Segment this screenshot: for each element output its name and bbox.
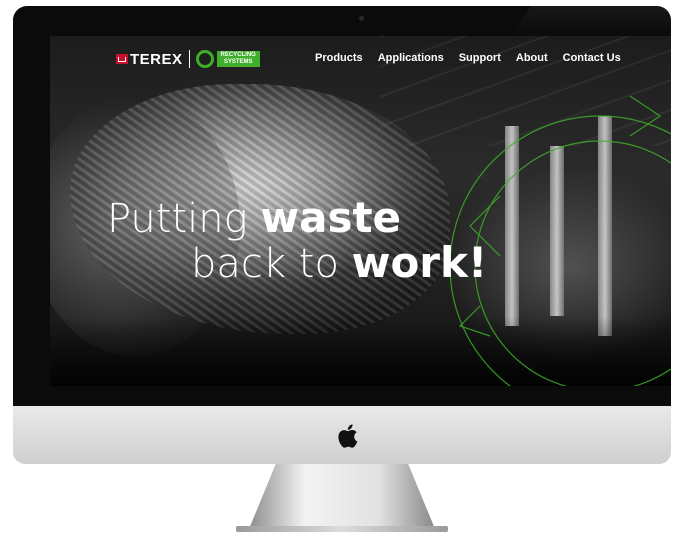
hero-headline: Putting waste back to work!: [107, 193, 527, 287]
badge-line-2: SYSTEMS: [223, 59, 253, 65]
monitor-stand-foot: [236, 526, 448, 532]
apple-icon: [338, 424, 358, 448]
recycling-systems-badge: RECYCLING SYSTEMS: [216, 51, 260, 67]
bezel-glare: [509, 6, 671, 36]
nav-about[interactable]: About: [516, 52, 548, 64]
hero-line-1-bold: waste: [260, 193, 402, 242]
nav-support[interactable]: Support: [459, 52, 501, 64]
logo-divider: [188, 50, 190, 68]
main-nav: Products Applications Support About Cont…: [315, 52, 621, 64]
monitor-chin: [13, 406, 671, 464]
monitor-stand: [250, 464, 434, 527]
nav-contact-us[interactable]: Contact Us: [563, 52, 621, 64]
badge-line-1: RECYCLING: [220, 52, 256, 58]
hero-line-2-light: back to: [191, 241, 339, 287]
hero-line-1: Putting waste: [107, 193, 527, 242]
website-screen: TEREX RECYCLING SYSTEMS Products Applica…: [50, 36, 671, 386]
site-header: TEREX RECYCLING SYSTEMS Products Applica…: [50, 36, 671, 76]
camera-dot: [359, 16, 364, 21]
monitor-bezel: TEREX RECYCLING SYSTEMS Products Applica…: [13, 6, 671, 406]
terex-wordmark: TEREX: [130, 50, 183, 68]
hero-line-1-light: Putting: [107, 196, 248, 242]
terex-recycling-logo[interactable]: TEREX RECYCLING SYSTEMS: [116, 50, 260, 68]
nav-products[interactable]: Products: [315, 52, 363, 64]
terex-crown-icon: [116, 54, 128, 64]
nav-applications[interactable]: Applications: [378, 52, 444, 64]
hero-line-2: back to work!: [107, 238, 527, 287]
recycling-ring-icon: [195, 50, 214, 68]
hero-line-2-bold: work!: [351, 238, 488, 287]
